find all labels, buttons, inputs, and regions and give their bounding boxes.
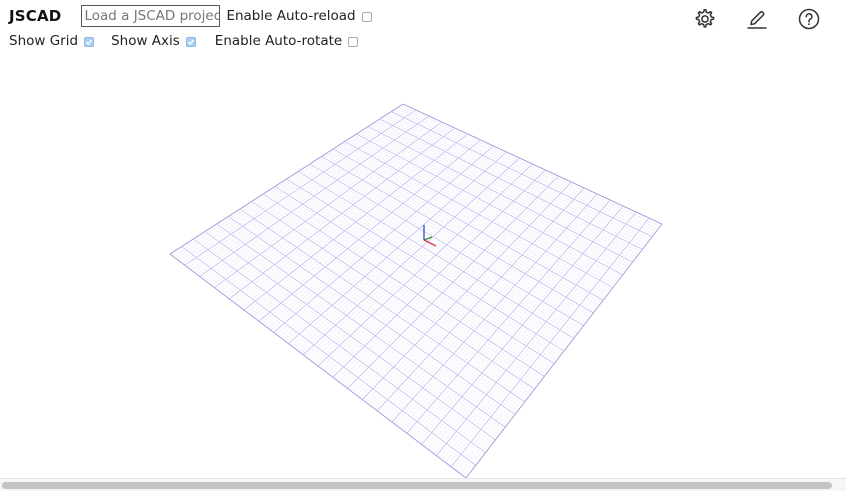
- settings-button[interactable]: [692, 6, 718, 32]
- toolbar-row-top: JSCAD Load a JSCAD project Enable Auto-r…: [0, 4, 372, 28]
- grid-plane: [169, 103, 663, 478]
- auto-rotate-checkbox[interactable]: [348, 36, 359, 47]
- auto-rotate-label: Enable Auto-rotate: [214, 33, 343, 49]
- grid-line: [204, 231, 496, 441]
- auto-reload-option[interactable]: Enable Auto-reload: [226, 8, 372, 24]
- auto-rotate-option[interactable]: Enable Auto-rotate: [214, 33, 359, 49]
- app-title: JSCAD: [9, 7, 62, 25]
- show-grid-label: Show Grid: [9, 33, 79, 49]
- toolbar-row-bottom: Show Grid Show Axis Enable Auto-rotate: [0, 29, 359, 53]
- jscad-app: JSCAD Load a JSCAD project Enable Auto-r…: [0, 0, 846, 491]
- checkmark-icon: [85, 38, 93, 45]
- load-project-button[interactable]: Load a JSCAD project: [81, 5, 221, 27]
- scrollbar-thumb[interactable]: [2, 482, 832, 489]
- gear-icon: [695, 8, 715, 28]
- auto-reload-checkbox[interactable]: [361, 11, 372, 22]
- grid-line: [169, 253, 467, 478]
- editor-button[interactable]: [744, 6, 770, 32]
- question-circle-icon: [798, 8, 820, 30]
- show-grid-option[interactable]: Show Grid: [9, 33, 95, 49]
- show-axis-checkbox[interactable]: [185, 36, 196, 47]
- show-grid-checkbox[interactable]: [84, 36, 95, 47]
- pencil-icon: [747, 11, 767, 29]
- show-axis-label: Show Axis: [111, 33, 180, 49]
- help-button[interactable]: [796, 6, 822, 32]
- auto-reload-label: Enable Auto-reload: [226, 8, 356, 24]
- checkmark-icon: [187, 38, 195, 45]
- show-axis-option[interactable]: Show Axis: [111, 33, 196, 49]
- 3d-viewport[interactable]: [0, 56, 846, 478]
- horizontal-scrollbar[interactable]: [0, 478, 846, 491]
